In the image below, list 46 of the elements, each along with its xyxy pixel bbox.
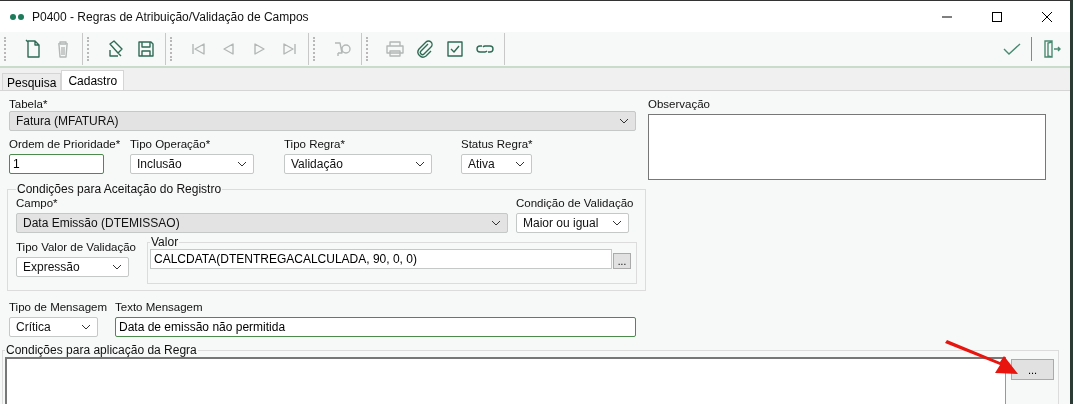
table-dropdown[interactable]: Fatura (MFATURA) xyxy=(9,111,636,131)
field-label: Condição de Validação xyxy=(516,196,634,210)
field-label: Texto Mensagem xyxy=(115,300,204,314)
priority-input[interactable]: 1 xyxy=(9,154,104,174)
field-label: Tipo Regra* xyxy=(284,137,346,151)
conditions-textarea[interactable] xyxy=(5,357,1006,404)
field-label: Tipo Operação* xyxy=(130,137,212,151)
close-icon[interactable] xyxy=(1041,10,1053,23)
notes-textarea[interactable] xyxy=(648,114,1046,180)
status-dropdown[interactable]: Ativa xyxy=(461,154,532,174)
field-label: Ordem de Prioridade* xyxy=(9,137,122,151)
field-label: Tipo de Mensagem xyxy=(9,300,108,314)
app-icon xyxy=(9,12,25,21)
tab[interactable]: Cadastro xyxy=(61,70,125,90)
field-label: Campo* xyxy=(16,196,59,210)
field-label: Tipo Valor de Validação xyxy=(16,240,137,254)
chevron-icon xyxy=(491,220,501,226)
tab[interactable]: Pesquisa xyxy=(2,73,62,90)
save-icon[interactable] xyxy=(135,38,157,60)
operation-dropdown[interactable]: Inclusão xyxy=(130,154,254,174)
chevron-icon xyxy=(619,118,629,124)
browse-button[interactable]: ... xyxy=(613,253,631,269)
chevron-icon xyxy=(237,161,247,167)
window-title: P0400 - Regras de Atribuição/Validação de Campos xyxy=(32,9,309,24)
condition-dropdown[interactable]: Maior ou igual xyxy=(516,213,629,233)
rule-type-dropdown[interactable]: Validação xyxy=(284,154,432,174)
value-type-dropdown[interactable]: Expressão xyxy=(16,257,129,277)
chevron-icon xyxy=(112,264,122,270)
chevron-icon xyxy=(81,324,91,330)
group-title: Condições para Aceitação do Registro xyxy=(16,182,223,196)
checkbox-icon[interactable] xyxy=(444,38,466,60)
field-label: Status Regra* xyxy=(461,137,533,151)
paperclip-icon[interactable] xyxy=(414,38,436,60)
chevron-icon xyxy=(612,220,622,226)
field-label: Tabela* xyxy=(9,97,49,111)
value-input[interactable]: CALCDATA(DTENTREGACALCULADA, 90, 0, 0) xyxy=(150,249,612,269)
field-label: Observação xyxy=(648,97,711,111)
group-title: Condições para aplicação da Regra xyxy=(5,343,198,357)
message-input[interactable]: Data de emissão não permitida xyxy=(115,317,636,337)
field-dropdown[interactable]: Data Emissão (DTEMISSAO) xyxy=(16,213,508,233)
browse-button[interactable]: ... xyxy=(1011,359,1054,380)
chevron-icon xyxy=(515,161,525,167)
chevron-icon xyxy=(415,161,425,167)
message-type-dropdown[interactable]: Crítica xyxy=(9,317,98,337)
maximize-icon[interactable] xyxy=(991,10,1003,23)
group-title: Valor xyxy=(150,235,180,249)
